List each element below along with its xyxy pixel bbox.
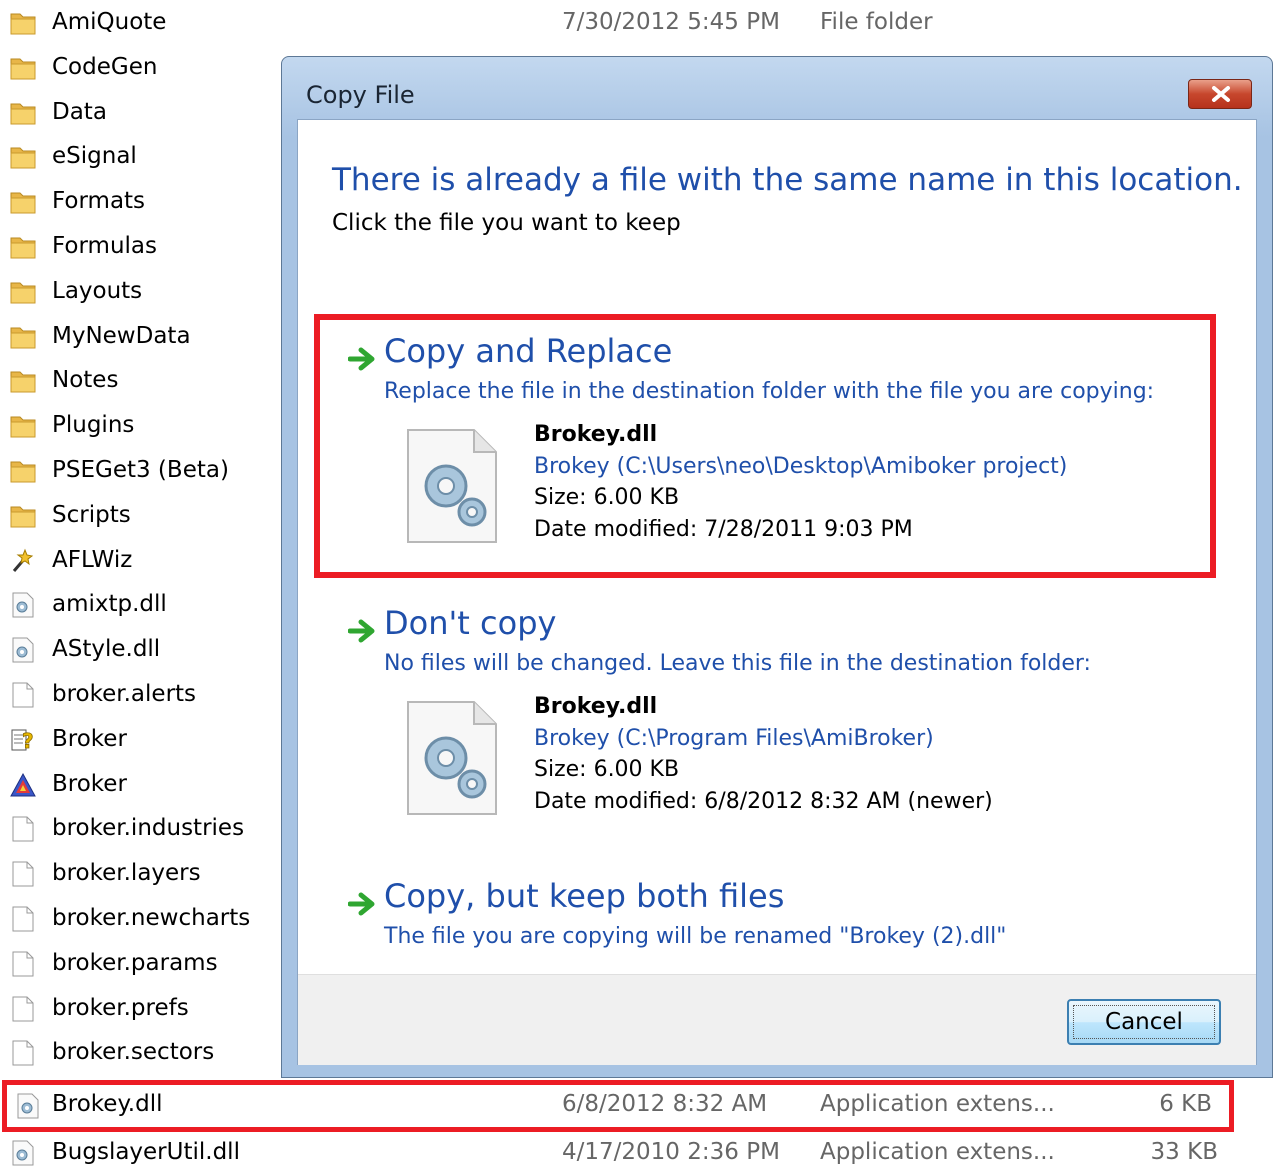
file-date: 6/8/2012 8:32 AM: [562, 1091, 768, 1117]
file-name: Scripts: [52, 501, 131, 528]
close-icon: [1212, 86, 1230, 102]
blank-file-icon: [10, 906, 36, 932]
file-name: Brokey.dll: [534, 422, 658, 447]
file-name: Formulas: [52, 233, 157, 259]
file-location: Brokey (C:\Program Files\AmiBroker): [534, 725, 934, 751]
dll-file-icon: [407, 701, 497, 815]
file-name: Brokey.dll: [52, 1091, 163, 1117]
file-name: broker.alerts: [52, 681, 197, 707]
file-row[interactable]: AmiQuote 7/30/2012 5:45 PM File folder: [0, 0, 1240, 44]
file-size: 6 KB: [1159, 1091, 1212, 1117]
dialog-title: Copy File: [306, 81, 415, 109]
folder-icon: [10, 144, 36, 170]
option-description: Replace the file in the destination fold…: [384, 379, 1155, 404]
file-row-selected[interactable]: Brokey.dll 6/8/2012 8:32 AM Application ex…: [2, 1080, 1234, 1132]
conflict-instruction: Click the file you want to keep: [332, 210, 681, 236]
conflict-headline: There is already a file with the same na…: [332, 162, 1243, 198]
file-size: 33 KB: [1150, 1139, 1218, 1165]
file-name: MyNewData: [52, 322, 191, 349]
folder-icon: [10, 458, 36, 484]
close-button[interactable]: [1188, 79, 1252, 109]
file-size: Size: 6.00 KB: [534, 757, 680, 782]
file-name: Broker: [52, 725, 127, 752]
file-name: broker.industries: [52, 815, 245, 842]
folder-icon: [10, 503, 36, 529]
file-name: Notes: [52, 367, 119, 394]
folder-icon: [10, 100, 36, 126]
file-name: Layouts: [52, 277, 143, 304]
file-date-modified: Date modified: 6/8/2012 8:32 AM (newer): [534, 788, 993, 814]
dialog-content: There is already a file with the same na…: [297, 119, 1257, 1065]
file-name: broker.sectors: [52, 1039, 215, 1066]
file-name: Data: [52, 98, 107, 125]
file-name: AmiQuote: [52, 9, 167, 35]
folder-icon: [10, 234, 36, 260]
blank-file-icon: [10, 682, 36, 708]
file-name: AFLWiz: [52, 546, 133, 573]
file-date-modified: Date modified: 7/28/2011 9:03 PM: [534, 516, 913, 542]
file-date: 4/17/2010 2:36 PM: [562, 1139, 780, 1165]
file-name: broker.params: [52, 949, 218, 976]
file-name: BugslayerUtil.dll: [52, 1139, 240, 1165]
dll-icon: [10, 592, 36, 618]
folder-icon: [10, 413, 36, 439]
green-arrow-icon: [348, 619, 375, 643]
help-file-icon: ?: [10, 727, 36, 753]
green-arrow-icon: [348, 892, 375, 916]
folder-icon: [10, 189, 36, 215]
file-details: Brokey.dll Brokey (C:\Users\neo\Desktop\…: [534, 419, 1067, 545]
file-type: Application extens...: [820, 1091, 1055, 1117]
option-title: Copy and Replace: [384, 332, 673, 370]
copy-file-dialog: Copy File There is already a file with t…: [281, 56, 1273, 1078]
svg-text:?: ?: [22, 729, 34, 753]
dll-icon: [15, 1093, 41, 1119]
file-type: Application extens...: [820, 1139, 1055, 1165]
wand-icon: [10, 548, 36, 574]
file-name: broker.layers: [52, 860, 201, 887]
file-location: Brokey (C:\Users\neo\Desktop\Amiboker pr…: [534, 453, 1068, 479]
folder-icon: [10, 324, 36, 350]
option-title: Copy, but keep both files: [384, 877, 785, 915]
folder-icon: [10, 55, 36, 81]
amibroker-icon: [10, 772, 36, 798]
file-name: Broker: [52, 770, 127, 797]
blank-file-icon: [10, 996, 36, 1022]
file-size: Size: 6.00 KB: [534, 485, 680, 510]
option-description: No files will be changed. Leave this fil…: [384, 651, 1091, 676]
blank-file-icon: [10, 1040, 36, 1066]
file-row[interactable]: BugslayerUtil.dll 4/17/2010 2:36 PM Applic…: [0, 1130, 1240, 1174]
dialog-footer: Cancel: [298, 974, 1256, 1065]
file-name: Plugins: [52, 412, 135, 439]
file-name: broker.prefs: [52, 994, 189, 1021]
file-type: File folder: [820, 9, 933, 35]
folder-icon: [10, 368, 36, 394]
blank-file-icon: [10, 951, 36, 977]
file-name: AStyle.dll: [52, 636, 161, 663]
dll-file-icon: [407, 429, 497, 543]
focus-rect: [1073, 1005, 1215, 1039]
blank-file-icon: [10, 816, 36, 842]
folder-icon: [10, 10, 36, 36]
file-name: PSEGet3 (Beta): [52, 457, 229, 483]
option-title: Don't copy: [384, 604, 557, 642]
file-name: Formats: [52, 188, 146, 215]
dll-icon: [10, 637, 36, 663]
file-name: broker.newcharts: [52, 905, 251, 931]
blank-file-icon: [10, 861, 36, 887]
file-name: Brokey.dll: [534, 694, 658, 719]
file-date: 7/30/2012 5:45 PM: [562, 9, 780, 35]
green-arrow-icon: [348, 347, 375, 371]
file-name: CodeGen: [52, 53, 158, 80]
file-name: eSignal: [52, 143, 137, 170]
folder-icon: [10, 279, 36, 305]
file-details: Brokey.dll Brokey (C:\Program Files\AmiB…: [534, 691, 993, 817]
cancel-button[interactable]: Cancel: [1067, 999, 1221, 1045]
option-description: The file you are copying will be renamed…: [384, 924, 1007, 949]
file-name: amixtp.dll: [52, 591, 167, 618]
dll-icon: [10, 1140, 36, 1166]
